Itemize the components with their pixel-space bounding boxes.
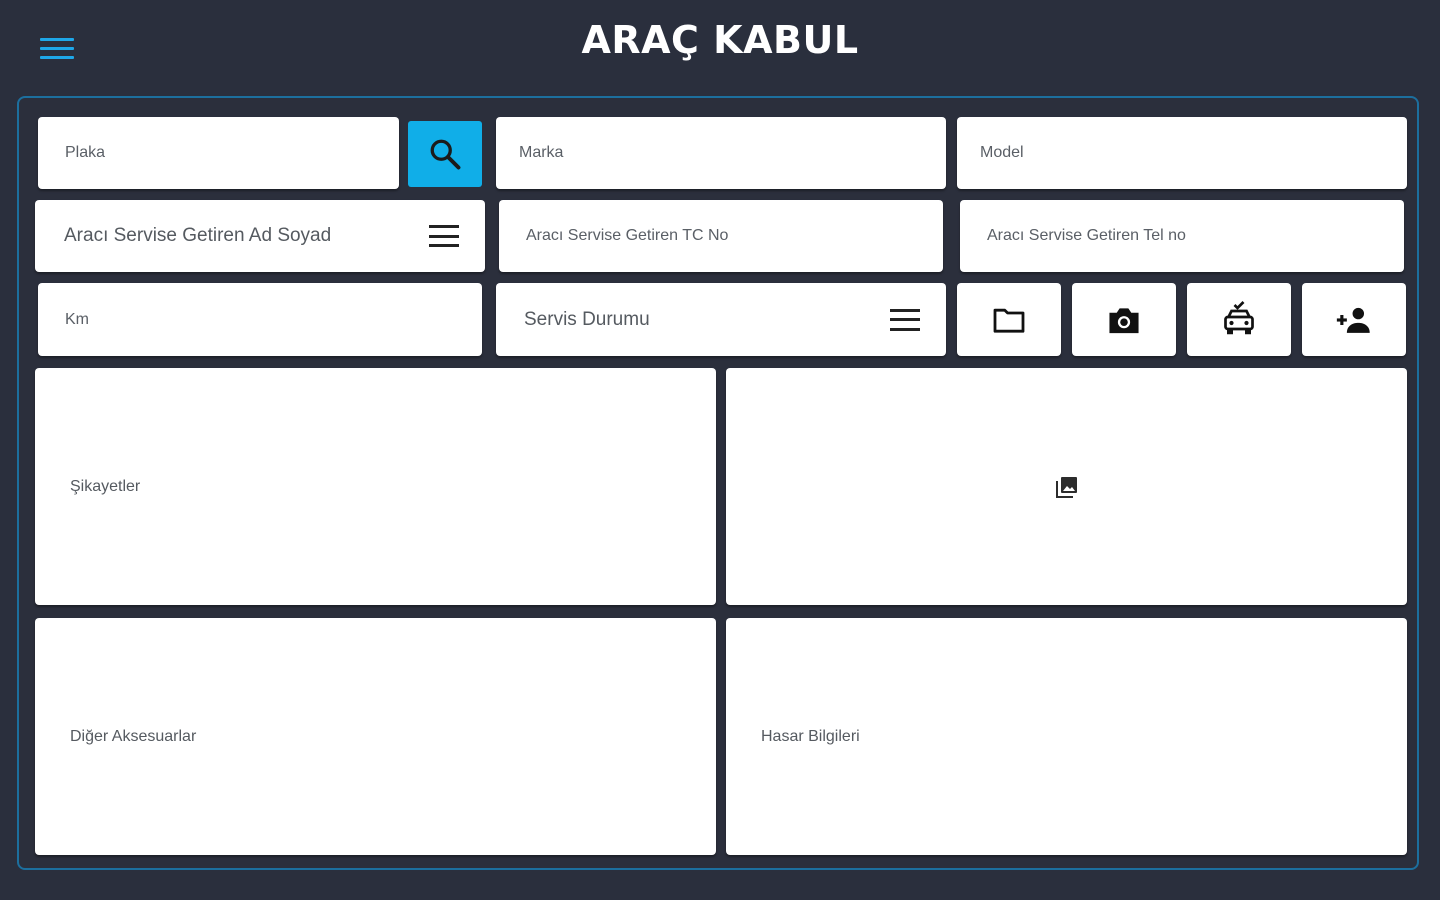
model-input[interactable] [980, 117, 1407, 189]
vehicle-check-button[interactable] [1187, 283, 1291, 356]
complaints-field[interactable]: Şikayetler [35, 368, 716, 605]
camera-button[interactable] [1072, 283, 1176, 356]
person-add-icon [1336, 307, 1370, 333]
driver-phone-field[interactable] [960, 200, 1404, 272]
model-field[interactable] [957, 117, 1407, 189]
complaints-input[interactable] [35, 368, 716, 605]
service-status-select[interactable]: Servis Durumu [496, 283, 946, 356]
car-check-icon [1224, 300, 1254, 334]
driver-tc-field[interactable] [499, 200, 943, 272]
damage-info-field[interactable]: Hasar Bilgileri [726, 618, 1407, 855]
plate-field[interactable] [38, 117, 399, 189]
search-button[interactable] [408, 121, 482, 187]
other-accessories-input[interactable] [35, 618, 716, 855]
driver-name-label: Aracı Servise Getiren Ad Soyad [64, 225, 332, 246]
driver-phone-input[interactable] [987, 200, 1404, 272]
photo-library-icon [1055, 476, 1077, 498]
service-status-label: Servis Durumu [524, 308, 650, 330]
search-icon [430, 139, 461, 170]
photo-gallery-area[interactable] [726, 368, 1407, 605]
plate-input[interactable] [65, 117, 399, 189]
brand-field[interactable] [496, 117, 946, 189]
km-field[interactable] [38, 283, 482, 356]
folder-icon [993, 308, 1025, 333]
brand-input[interactable] [519, 117, 946, 189]
add-person-button[interactable] [1302, 283, 1406, 356]
folder-button[interactable] [957, 283, 1061, 356]
driver-tc-input[interactable] [526, 200, 943, 272]
page-title: ARAÇ KABUL [581, 18, 859, 62]
camera-icon [1109, 307, 1139, 333]
driver-name-select[interactable]: Aracı Servise Getiren Ad Soyad [35, 200, 485, 272]
app-root: ARAÇ KABUL Aracı Servise Getiren Ad Soya… [0, 0, 1440, 900]
list-icon [429, 225, 459, 247]
other-accessories-field[interactable]: Diğer Aksesuarlar [35, 618, 716, 855]
list-icon [890, 308, 920, 331]
damage-info-input[interactable] [726, 618, 1407, 855]
km-input[interactable] [65, 283, 482, 356]
vehicle-intake-form: Aracı Servise Getiren Ad Soyad Servis Du… [17, 96, 1419, 870]
